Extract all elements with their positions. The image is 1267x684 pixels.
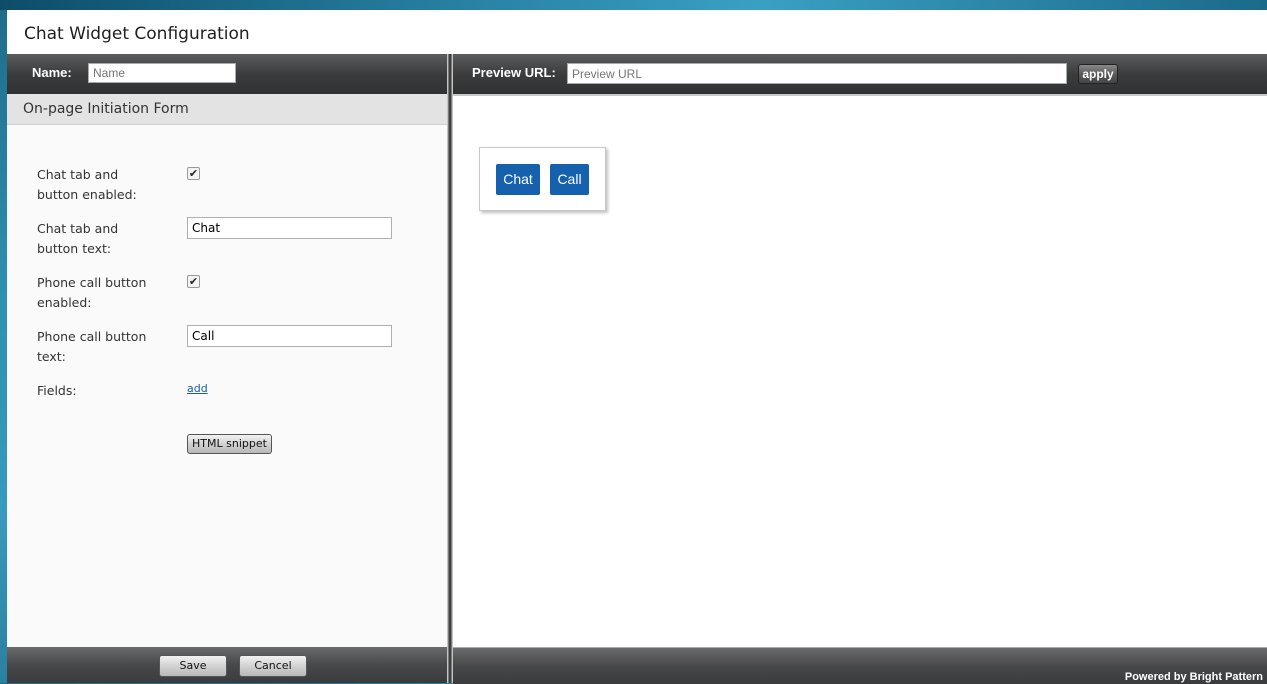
preview-url-input[interactable] — [567, 63, 1067, 84]
section-title: On-page Initiation Form — [23, 101, 189, 117]
apply-button[interactable]: apply — [1078, 64, 1118, 84]
section-header: On-page Initiation Form — [7, 94, 447, 125]
phone-enabled-checkbox[interactable]: ✔ — [187, 275, 200, 288]
chat-text-input[interactable] — [187, 217, 392, 239]
config-window: Chat Widget Configuration Name: On-page … — [7, 10, 1267, 684]
preview-pane: Preview URL: apply Chat Call Powered by … — [453, 54, 1267, 684]
preview-call-button[interactable]: Call — [550, 164, 589, 195]
save-button[interactable]: Save — [159, 655, 227, 677]
cancel-button[interactable]: Cancel — [239, 655, 307, 677]
add-field-link[interactable]: add — [187, 382, 208, 395]
fields-label: Fields: — [37, 383, 77, 398]
initiation-form: Chat tab and button enabled: ✔ Chat tab … — [7, 125, 447, 647]
chat-text-label: Chat tab and button text: — [37, 221, 119, 256]
right-footer: Powered by Bright Pattern — [453, 647, 1267, 684]
left-footer: Save Cancel — [7, 647, 447, 683]
chat-enabled-label: Chat tab and button enabled: — [37, 167, 137, 202]
html-snippet-button[interactable]: HTML snippet — [187, 434, 272, 454]
left-pane: Name: On-page Initiation Form Chat tab a… — [7, 54, 447, 683]
page-title: Chat Widget Configuration — [24, 24, 250, 44]
background-top-strip — [0, 0, 1267, 10]
name-toolbar: Name: — [7, 54, 447, 94]
chat-enabled-checkbox[interactable]: ✔ — [187, 167, 200, 180]
preview-url-label: Preview URL: — [472, 65, 556, 80]
name-input[interactable] — [88, 63, 236, 83]
widget-preview: Chat Call — [479, 147, 606, 211]
powered-by-text: Powered by Bright Pattern — [1124, 671, 1263, 683]
preview-chat-button[interactable]: Chat — [496, 164, 540, 195]
phone-text-input[interactable] — [187, 325, 392, 347]
phone-text-label: Phone call button text: — [37, 329, 147, 364]
name-label: Name: — [32, 65, 72, 80]
preview-toolbar: Preview URL: apply — [453, 54, 1267, 96]
phone-enabled-label: Phone call button enabled: — [37, 275, 147, 310]
